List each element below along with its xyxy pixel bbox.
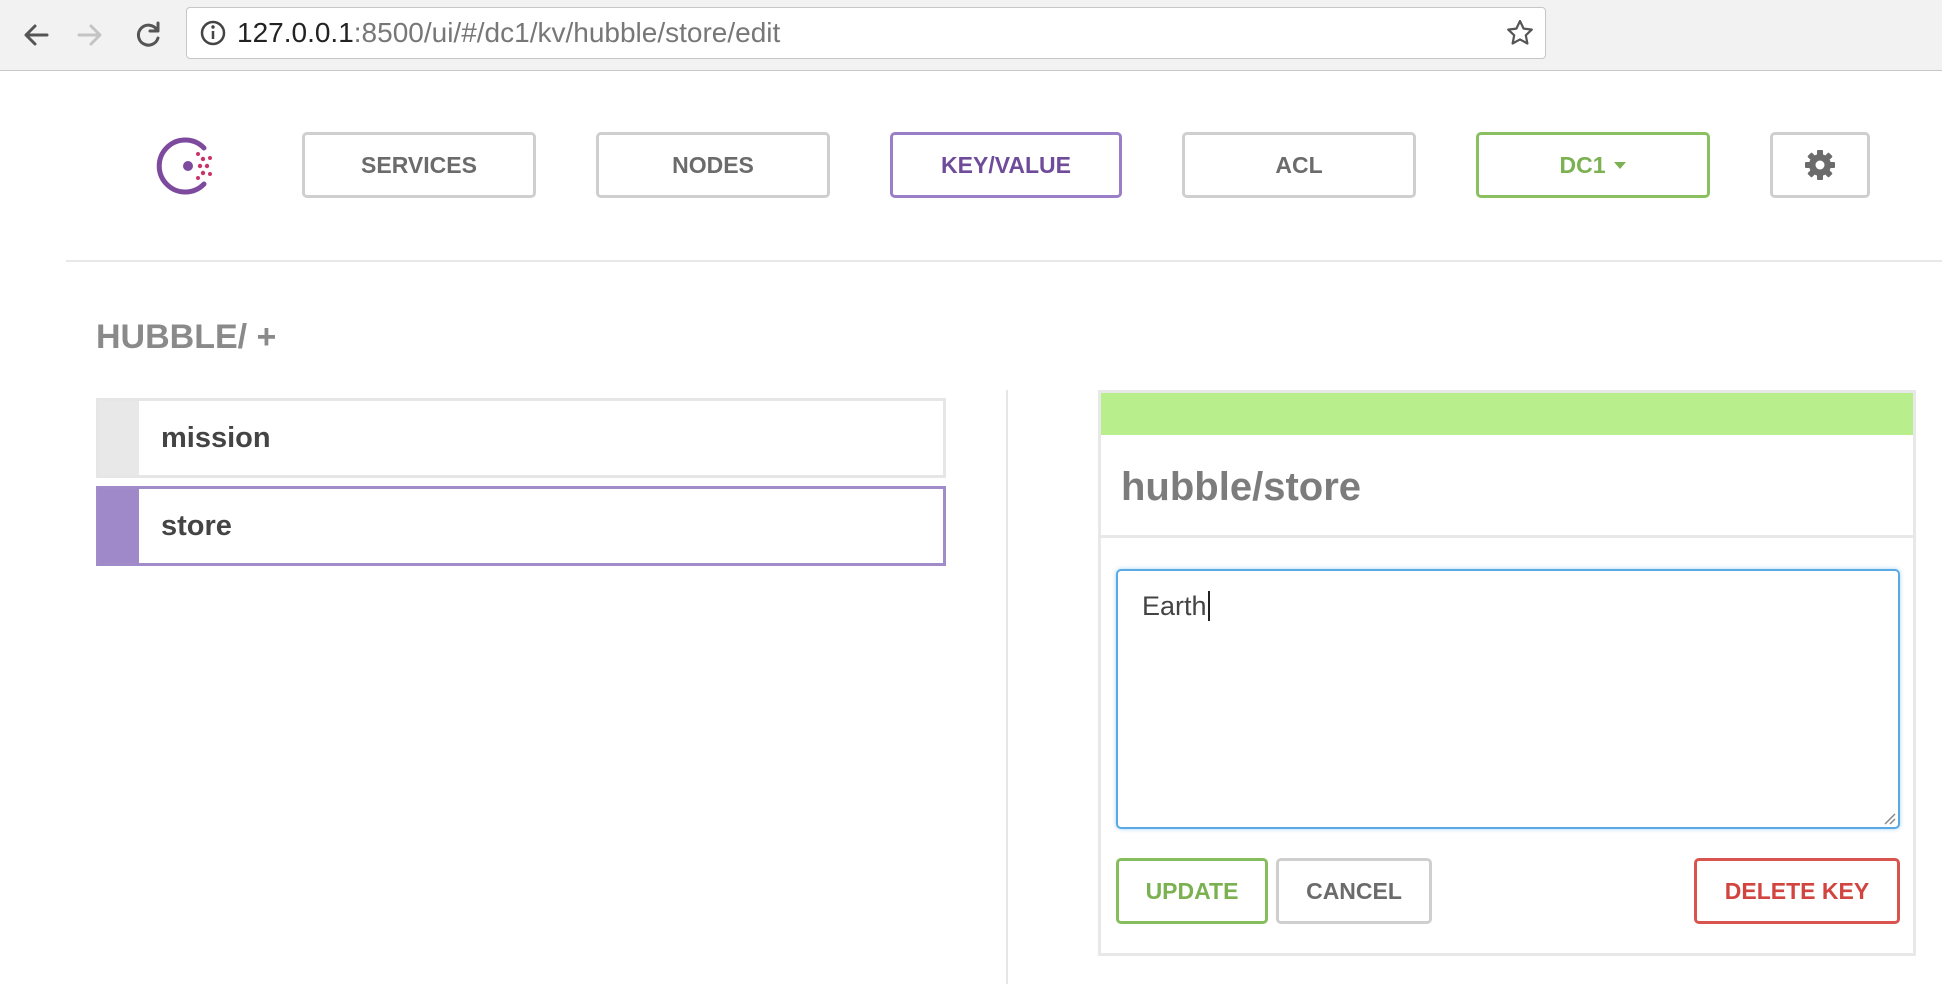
back-button[interactable] xyxy=(12,12,60,58)
column-divider xyxy=(1006,390,1008,984)
settings-button[interactable] xyxy=(1770,132,1870,198)
url-text: 127.0.0.1:8500/ui/#/dc1/kv/hubble/store/… xyxy=(237,8,780,58)
kv-list-item-store[interactable]: store xyxy=(96,486,946,566)
address-bar[interactable]: 127.0.0.1:8500/ui/#/dc1/kv/hubble/store/… xyxy=(186,7,1546,59)
nav-acl-button[interactable]: ACL xyxy=(1182,132,1416,198)
arrow-right-icon xyxy=(77,24,102,46)
kv-edit-panel: hubble/store Earth UPDATE CANCEL DELETE … xyxy=(1098,390,1916,956)
update-button[interactable]: UPDATE xyxy=(1116,858,1268,924)
reload-button[interactable] xyxy=(124,12,172,58)
nav-key-value-button[interactable]: KEY/VALUE xyxy=(890,132,1122,198)
star-icon[interactable] xyxy=(1505,18,1535,48)
header-divider xyxy=(66,260,1942,262)
datacenter-label: DC1 xyxy=(1559,151,1606,178)
kv-path-title: HUBBLE/ + xyxy=(96,318,277,356)
value-content: Earth xyxy=(1142,591,1207,621)
reload-icon xyxy=(136,21,160,47)
value-text: Earth xyxy=(1142,591,1210,622)
browser-toolbar: 127.0.0.1:8500/ui/#/dc1/kv/hubble/store/… xyxy=(0,0,1942,71)
consul-logo[interactable] xyxy=(152,130,224,202)
list-item-indicator xyxy=(99,401,139,475)
url-host: 127.0.0.1 xyxy=(237,17,354,48)
resize-handle-icon[interactable] xyxy=(1880,809,1896,825)
nav-nodes-button[interactable]: NODES xyxy=(596,132,830,198)
key-title: hubble/store xyxy=(1121,465,1362,509)
info-icon[interactable] xyxy=(199,19,227,47)
list-item-indicator xyxy=(99,489,139,563)
nav-services-button[interactable]: SERVICES xyxy=(302,132,536,198)
cancel-button[interactable]: CANCEL xyxy=(1276,858,1432,924)
forward-button[interactable] xyxy=(66,12,114,58)
delete-key-button[interactable]: DELETE KEY xyxy=(1694,858,1900,924)
text-caret xyxy=(1207,591,1210,621)
panel-divider xyxy=(1101,535,1913,538)
url-path: :8500/ui/#/dc1/kv/hubble/store/edit xyxy=(353,17,781,48)
gear-icon xyxy=(1805,150,1835,180)
panel-status-bar xyxy=(1101,393,1913,435)
list-item-label: mission xyxy=(161,422,271,454)
arrow-left-icon xyxy=(24,24,49,46)
value-textarea[interactable]: Earth xyxy=(1116,569,1900,829)
kv-list-item-mission[interactable]: mission xyxy=(96,398,946,478)
list-item-label: store xyxy=(161,510,232,542)
consul-logo-icon xyxy=(156,137,212,195)
caret-down-icon xyxy=(1613,162,1626,169)
datacenter-dropdown[interactable]: DC1 xyxy=(1476,132,1710,198)
